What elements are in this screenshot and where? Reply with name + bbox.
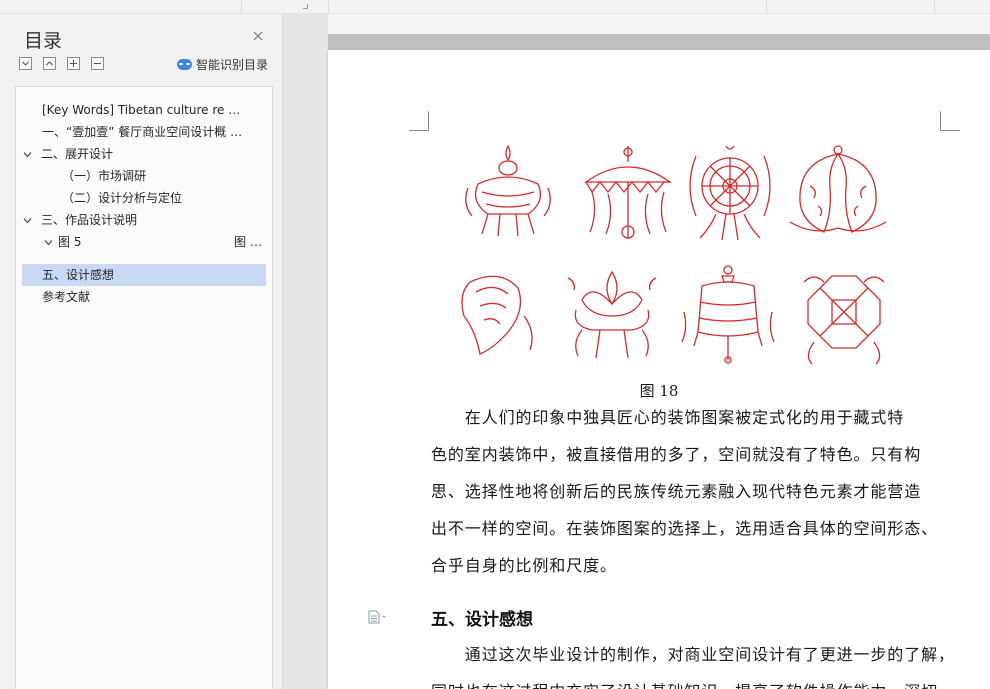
- remove-heading-icon[interactable]: [91, 57, 104, 70]
- paragraph-line: 通过这次毕业设计的制作，对商业空间设计有了更进一步的了解，: [431, 645, 955, 664]
- paragraph-line: 同时也在这过程中充实了设计基础知识，提高了软件操作能力。深切: [431, 678, 941, 689]
- conch-shell-symbol: [448, 275, 533, 355]
- chevron-down-icon[interactable]: [44, 238, 53, 247]
- lotus-symbol: [567, 270, 657, 359]
- toc-item-page: 图 …: [234, 235, 262, 249]
- ruler-tick: [934, 0, 935, 14]
- ruler-tick: [241, 0, 242, 14]
- toc-item[interactable]: （一）市场调研: [22, 165, 266, 187]
- smart-toc-label: 智能识别目录: [196, 58, 269, 72]
- victory-banner-symbol: [681, 265, 775, 364]
- toc-item[interactable]: 五、设计感想: [22, 264, 266, 286]
- paragraph-line: 思、选择性地将创新后的民族传统元素融入现代特色元素才能营造: [431, 482, 922, 501]
- paragraph-line: 色的室内装饰中，被直接借用的多了，空间就没有了特色。只有构: [431, 445, 922, 464]
- toc-toolbar: [19, 57, 104, 71]
- parasol-symbol: [583, 146, 673, 239]
- ruler-tick: [328, 0, 329, 14]
- toc-item[interactable]: 一、“壹加壹” 餐厅商业空间设计概 …: [22, 121, 266, 143]
- tibetan-symbols-figure: [448, 142, 906, 368]
- crop-mark-left: [409, 111, 429, 131]
- toc-item-label: 三、作品设计说明: [41, 213, 138, 227]
- paragraph-line: 在人们的印象中独具匠心的装饰图案被定式化的用于藏式特: [431, 408, 905, 427]
- toc-item-label: 参考文献: [42, 290, 91, 304]
- paragraph-line: 出不一样的空间。在装饰图案的选择上，选用适合具体的空间形态、: [431, 519, 939, 538]
- toc-item-label: （二）设计分析与定位: [62, 191, 183, 205]
- top-ruler: [0, 0, 990, 14]
- document-top-bar: [328, 14, 990, 34]
- ruler-corner-mark: [303, 4, 308, 9]
- toc-item-label: 一、“壹加壹” 餐厅商业空间设计概 …: [42, 125, 243, 139]
- toc-item-label: 图 5: [58, 235, 82, 249]
- paragraph-line: 合乎自身的比例和尺度。: [431, 556, 617, 575]
- treasure-vase-symbol: [465, 144, 551, 237]
- toc-item[interactable]: （二）设计分析与定位: [22, 187, 266, 209]
- cloud-icon: [177, 59, 192, 70]
- figure-caption: 图 18: [639, 382, 679, 400]
- toc-item-label: 二、展开设计: [41, 147, 114, 161]
- document-area: 图 18 在人们的印象中独具匠心的装饰图案被定式化的用于藏式特 色的室内装饰中，被…: [283, 14, 990, 689]
- page-separator: [328, 34, 990, 50]
- golden-fish-symbol: [789, 145, 887, 233]
- sidebar-title: 目录: [24, 30, 63, 52]
- add-heading-icon[interactable]: [67, 57, 80, 70]
- toc-list: [Key Words] Tibetan culture re … 一、“壹加壹” …: [15, 86, 273, 689]
- smart-toc-button[interactable]: 智能识别目录: [177, 56, 268, 73]
- endless-knot-symbol: [803, 275, 885, 365]
- toc-item[interactable]: 参考文献: [22, 286, 266, 308]
- toc-item-label: （一）市场调研: [62, 169, 147, 183]
- toc-sidebar: 目录 智能识别目录 [Key Words] Tibetan culture re…: [0, 14, 283, 689]
- document-page[interactable]: 图 18 在人们的印象中独具匠心的装饰图案被定式化的用于藏式特 色的室内装饰中，被…: [328, 50, 990, 689]
- chevron-down-icon[interactable]: [23, 150, 32, 159]
- section-heading: 五、设计感想: [431, 610, 533, 630]
- crop-mark-right: [940, 111, 960, 131]
- paragraph-icon[interactable]: [368, 609, 388, 624]
- toc-item[interactable]: [Key Words] Tibetan culture re …: [22, 99, 266, 121]
- expand-all-icon[interactable]: [43, 57, 56, 70]
- toc-item-label: 五、设计感想: [42, 268, 115, 282]
- close-icon[interactable]: [251, 28, 265, 42]
- chevron-down-icon[interactable]: [23, 216, 32, 225]
- toc-item[interactable]: 三、作品设计说明: [22, 209, 266, 231]
- dharma-wheel-symbol: [689, 145, 771, 241]
- ruler-tick: [766, 0, 767, 14]
- toc-item[interactable]: 二、展开设计: [22, 143, 266, 165]
- toc-item-label: [Key Words] Tibetan culture re …: [42, 103, 241, 117]
- toc-item[interactable]: 图 5 图 …: [22, 231, 266, 253]
- collapse-all-icon[interactable]: [19, 57, 32, 70]
